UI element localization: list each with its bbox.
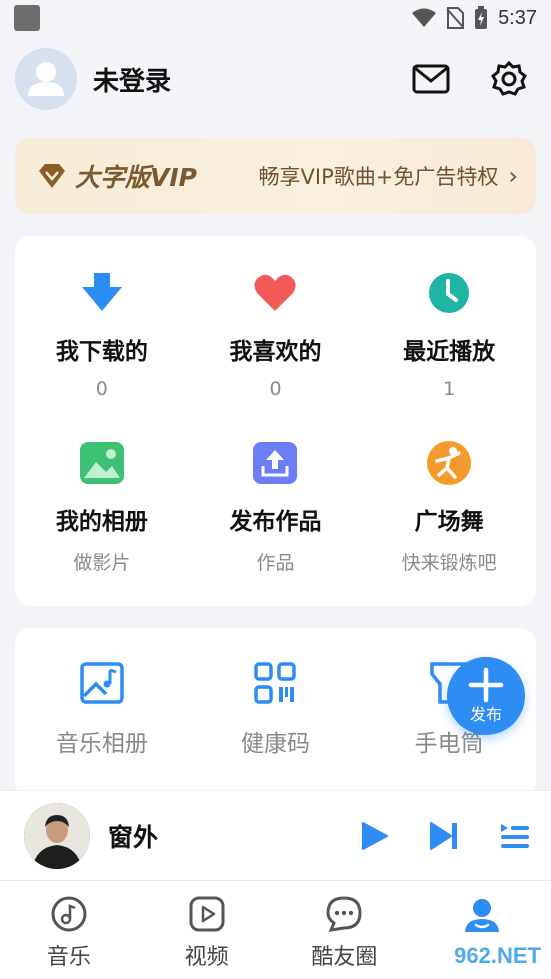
- login-status[interactable]: 未登录: [93, 61, 171, 98]
- grid-count: 0: [95, 378, 108, 400]
- battery-charging-icon: [475, 6, 488, 29]
- tab-music[interactable]: 音乐: [0, 881, 138, 979]
- tab-video[interactable]: 视频: [138, 881, 276, 979]
- default-avatar-icon: [28, 62, 64, 96]
- chat-bubble-icon: [326, 896, 362, 932]
- profile-header: 未登录: [15, 48, 536, 110]
- playlist-icon[interactable]: [499, 821, 531, 851]
- chevron-right-icon: ›: [508, 162, 518, 190]
- settings-gear-icon[interactable]: [490, 60, 528, 98]
- grid-count: 0: [269, 378, 282, 400]
- library-card: 我下载的 0 我喜欢的 0 最近播放 1 我的相册 做影片 发布作品 作品 广场…: [15, 236, 536, 606]
- tool-music-album[interactable]: 音乐相册: [15, 660, 189, 758]
- user-icon: [465, 899, 500, 932]
- grid-label: 最近播放: [403, 339, 496, 365]
- no-sim-icon: [446, 7, 465, 29]
- grid-item-downloads[interactable]: 我下载的 0: [15, 270, 189, 400]
- next-track-icon[interactable]: [429, 821, 459, 851]
- fab-label: 发布: [469, 705, 502, 724]
- grid-subtitle: 快来锻炼吧: [401, 552, 497, 574]
- dance-icon: [426, 440, 472, 486]
- grid-subtitle: 做影片: [73, 552, 131, 574]
- grid-item-album[interactable]: 我的相册 做影片: [15, 440, 189, 575]
- upload-icon: [252, 440, 298, 486]
- vip-title: 大字版VIP: [75, 163, 197, 192]
- clock-icon: [426, 270, 472, 316]
- tool-health-code[interactable]: 健康码: [189, 660, 363, 758]
- avatar[interactable]: [15, 48, 77, 110]
- vip-description: 畅享VIP歌曲+免广告特权: [258, 165, 499, 189]
- tab-label: 音乐: [46, 945, 91, 970]
- heart-icon: [252, 270, 298, 316]
- qr-code-icon: [252, 660, 298, 706]
- publish-fab[interactable]: 发布: [447, 657, 525, 735]
- album-cover[interactable]: [24, 802, 90, 869]
- song-title[interactable]: 窗外: [108, 818, 158, 854]
- video-play-icon: [189, 896, 225, 932]
- grid-item-square-dance[interactable]: 广场舞 快来锻炼吧: [362, 440, 536, 575]
- grid-label: 我的相册: [55, 509, 148, 535]
- diamond-icon: [39, 164, 65, 188]
- tool-label: 健康码: [240, 731, 310, 757]
- image-icon: [79, 440, 125, 486]
- play-icon[interactable]: [361, 821, 389, 851]
- status-icons: 5:37: [412, 6, 537, 30]
- site-watermark: 962.NET: [454, 943, 541, 968]
- mail-icon[interactable]: [412, 64, 450, 94]
- grid-count: 1: [443, 378, 456, 400]
- status-bar: 5:37: [0, 0, 551, 36]
- grid-label: 我下载的: [55, 339, 148, 365]
- grid-item-recent[interactable]: 最近播放 1: [362, 270, 536, 400]
- grid-label: 我喜欢的: [229, 339, 322, 365]
- grid-subtitle: 作品: [256, 552, 295, 574]
- bottom-tab-bar: 音乐 视频 酷友圈 962.NET: [0, 880, 551, 979]
- tab-label: 酷友圈: [311, 945, 378, 970]
- music-note-icon: [51, 896, 87, 932]
- plus-icon: [468, 667, 504, 703]
- music-album-icon: [79, 660, 125, 706]
- status-time: 5:37: [498, 6, 537, 29]
- grid-label: 发布作品: [229, 509, 322, 535]
- download-icon: [79, 270, 125, 316]
- tool-label: 音乐相册: [55, 731, 148, 757]
- mini-player[interactable]: 窗外: [0, 790, 551, 880]
- wifi-icon: [412, 8, 437, 27]
- tab-community[interactable]: 酷友圈: [276, 881, 414, 979]
- app-notification-icon: [14, 5, 40, 31]
- vip-banner[interactable]: 大字版VIP 畅享VIP歌曲+免广告特权 ›: [15, 138, 536, 214]
- tab-label: 视频: [184, 945, 229, 970]
- grid-item-publish[interactable]: 发布作品 作品: [189, 440, 363, 575]
- grid-label: 广场舞: [414, 509, 484, 535]
- grid-item-favorites[interactable]: 我喜欢的 0: [189, 270, 363, 400]
